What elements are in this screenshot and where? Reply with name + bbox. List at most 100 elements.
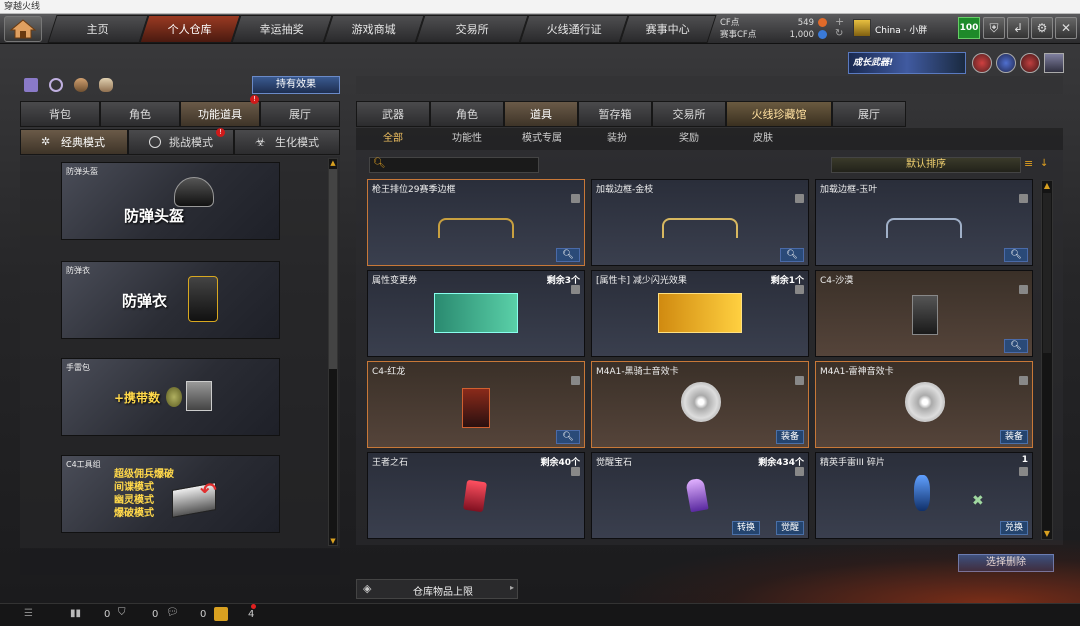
item-card[interactable]: 王者之石 剩余40个 (367, 452, 585, 539)
item-name: [属性卡] 减少闪光效果 (596, 276, 687, 286)
scroll-thumb[interactable] (1043, 193, 1051, 353)
equip-button[interactable]: 装备 (999, 430, 1028, 444)
exit-button[interactable]: ↲ (1007, 17, 1029, 39)
refresh-icon[interactable]: ↻ (835, 28, 843, 40)
right-tab-items[interactable]: 道具 (504, 101, 578, 127)
item-card[interactable]: M4A1-黑骑士音效卡 装备 (591, 361, 809, 448)
subtab-functional[interactable]: 功能性 (444, 129, 490, 149)
nav-tab-events[interactable]: 赛事中心 (619, 15, 717, 43)
right-scrollbar[interactable]: ▲ ▼ (1041, 180, 1053, 540)
ranking-icon[interactable] (24, 78, 38, 92)
item-card[interactable]: 属性变更券 剩余3个 (367, 270, 585, 357)
card-big-label: 防弹头盔 (124, 207, 185, 225)
alert-badge: ! (216, 128, 225, 137)
preview-button[interactable]: 🔍︎ (556, 248, 580, 262)
nav-tab-shop[interactable]: 游戏商城 (323, 15, 425, 43)
nav-tab-lottery[interactable]: 幸运抽奖 (231, 15, 333, 43)
subtab-outfit[interactable]: 装扮 (594, 129, 640, 149)
event-icon[interactable] (972, 53, 992, 73)
nav-tab-label: 赛事中心 (645, 23, 690, 36)
subtab-skin[interactable]: 皮肤 (740, 129, 786, 149)
nav-tab-home[interactable]: 主页 (47, 15, 149, 43)
left-tab-gallery[interactable]: 展厅 (260, 101, 340, 127)
window-titlebar: 穿越火线 (0, 0, 1080, 14)
item-card[interactable]: 觉醒宝石 剩余434个 转换 觉醒 (591, 452, 809, 539)
left-tab-functional[interactable]: 功能道具 (180, 101, 260, 127)
equip-button[interactable]: 装备 (775, 430, 804, 444)
crystal-icon (685, 477, 709, 513)
settings-button[interactable]: ⚙ (1031, 17, 1053, 39)
lock-icon (571, 285, 580, 294)
nav-tab-storage[interactable]: 个人仓库 (139, 15, 241, 43)
menu-icon[interactable]: ☰ (24, 608, 33, 619)
left-footer-bar (20, 549, 340, 575)
bag-icon[interactable] (99, 78, 113, 92)
eye-icon[interactable] (49, 78, 63, 92)
right-tab-characters[interactable]: 角色 (430, 101, 504, 127)
shield-button[interactable]: ⛨ (983, 17, 1005, 39)
item-card[interactable]: 加载边框-玉叶 🔍︎ (815, 179, 1033, 266)
mode-tab-classic[interactable]: ✲ 经典模式 (20, 129, 128, 155)
promo-banner[interactable]: 成长武器! (848, 52, 966, 74)
item-card[interactable]: 枪王排位29赛季边框 🔍︎ (367, 179, 585, 266)
sort-dropdown[interactable]: 默认排序 (831, 157, 1021, 173)
item-card-grenade-pack[interactable]: 手雷包 +携带数 (61, 358, 280, 436)
subtab-reward[interactable]: 奖励 (666, 129, 712, 149)
select-delete-button[interactable]: 选择删除 (958, 554, 1054, 572)
awaken-button[interactable]: 觉醒 (775, 521, 804, 535)
chat-icon[interactable]: 💬︎ (166, 607, 179, 618)
item-card[interactable]: C4-红龙 🔍︎ (367, 361, 585, 448)
gift-icon[interactable] (214, 607, 228, 621)
item-card-helmet[interactable]: 防弹头盔 防弹头盔 (61, 162, 280, 240)
friends-icon[interactable]: ▮▮ (70, 608, 81, 619)
convert-button[interactable]: 转换 (731, 521, 760, 535)
list-view-icon[interactable]: ≡ (1024, 157, 1038, 173)
item-card[interactable]: [属性卡] 减少闪光效果 剩余1个 (591, 270, 809, 357)
lock-icon (795, 285, 804, 294)
scroll-thumb[interactable] (329, 169, 337, 369)
left-scrollbar[interactable]: ▲ ▼ (328, 158, 338, 546)
home-button[interactable] (4, 16, 42, 42)
right-tab-storage-box[interactable]: 暂存箱 (578, 101, 652, 127)
scroll-up-icon[interactable]: ▲ (329, 159, 337, 167)
nav-tab-pass[interactable]: 火线通行证 (519, 15, 629, 43)
right-tab-exchange[interactable]: 交易所 (652, 101, 726, 127)
item-card[interactable]: 精英手雷III 碎片 1 ✖ 兑换 (815, 452, 1033, 539)
clan-shield-icon[interactable]: ⛉ (118, 607, 126, 618)
redeem-button[interactable]: 兑换 (999, 521, 1028, 535)
globe-icon[interactable] (996, 53, 1016, 73)
preview-button[interactable]: 🔍︎ (556, 430, 580, 444)
subtab-mode-exclusive[interactable]: 模式专属 (514, 129, 570, 149)
subtab-all[interactable]: 全部 (370, 129, 416, 149)
scroll-down-icon[interactable]: ▼ (329, 537, 337, 545)
preview-button[interactable]: 🔍︎ (780, 248, 804, 262)
character-icon[interactable] (74, 78, 88, 92)
search-input[interactable]: 🔍︎ (369, 157, 539, 173)
sort-order-icon[interactable]: ↓ (1040, 157, 1052, 173)
preview-button[interactable]: 🔍︎ (1004, 248, 1028, 262)
right-tab-gallery[interactable]: 展厅 (832, 101, 906, 127)
target-icon[interactable] (1020, 53, 1040, 73)
item-card-c4-kit[interactable]: C4工具组 超级佣兵爆破 间谍模式 幽灵模式 爆破模式 ↶ (61, 455, 280, 533)
item-card[interactable]: 加载边框-金枝 🔍︎ (591, 179, 809, 266)
scroll-up-icon[interactable]: ▲ (1042, 181, 1052, 191)
scroll-down-icon[interactable]: ▼ (1042, 529, 1052, 539)
left-tab-character[interactable]: 角色 (100, 101, 180, 127)
mode-tab-zombie[interactable]: ☣ 生化模式 (234, 129, 340, 155)
wings-icon[interactable] (1044, 53, 1064, 73)
right-tab-weapons[interactable]: 武器 (356, 101, 430, 127)
user-name[interactable]: China · 小胖 (875, 23, 927, 36)
grenade-icon (166, 387, 182, 407)
item-card-vest[interactable]: 防弹衣 防弹衣 (61, 261, 280, 339)
capacity-bar[interactable]: ◈ 仓库物品上限 ▸ (356, 579, 518, 599)
close-button[interactable]: ✕ (1055, 17, 1077, 39)
preview-button[interactable]: 🔍︎ (1004, 339, 1028, 353)
item-card[interactable]: C4-沙漠 🔍︎ (815, 270, 1033, 357)
add-points-icon[interactable]: + (835, 16, 844, 28)
item-card[interactable]: M4A1-雷神音效卡 装备 (815, 361, 1033, 448)
owned-effects-button[interactable]: 持有效果 (252, 76, 340, 94)
left-tab-backpack[interactable]: 背包 (20, 101, 100, 127)
right-tab-collection[interactable]: 火线珍藏馆 (726, 101, 832, 127)
nav-tab-label: 个人仓库 (167, 23, 212, 36)
nav-tab-exchange[interactable]: 交易所 (415, 15, 529, 43)
